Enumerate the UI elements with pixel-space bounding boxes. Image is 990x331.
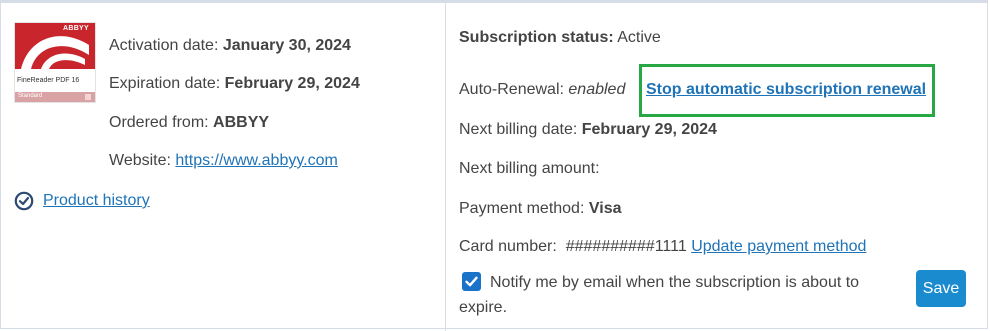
next-billing-amount-row: Next billing amount: (459, 159, 600, 179)
auto-renewal-label: Auto-Renewal: (459, 81, 564, 98)
subscription-status-value: Active (617, 29, 661, 46)
logo-edition-bar: Standard (15, 92, 95, 102)
payment-method-row: Payment method: Visa (459, 199, 621, 219)
logo-brand-text: ABBYY (62, 25, 89, 32)
notify-label: Notify me by email when the subscription… (459, 274, 860, 316)
column-divider (445, 3, 446, 331)
auto-renewal-row: Auto-Renewal: enabled (459, 80, 625, 100)
next-billing-date-row: Next billing date: February 29, 2024 (459, 120, 717, 140)
website-link[interactable]: https://www.abbyy.com (175, 152, 337, 169)
product-history-link[interactable]: Product history (43, 192, 150, 209)
clock-check-icon (14, 191, 34, 211)
card-number-value: ##########1111 (565, 238, 687, 255)
expiration-date-label: Expiration date: (109, 75, 221, 92)
logo-edition-text: Standard (18, 93, 43, 99)
next-billing-amount-label: Next billing amount: (459, 160, 600, 177)
expiration-date-value: February 29, 2024 (224, 75, 360, 92)
ordered-from-label: Ordered from: (109, 114, 209, 131)
next-billing-date-label: Next billing date: (459, 121, 578, 138)
card-number-label: Card number: (459, 238, 557, 255)
expiration-date-row: Expiration date: February 29, 2024 (109, 74, 360, 94)
payment-method-label: Payment method: (459, 200, 585, 217)
subscription-status-label: Subscription status: (459, 29, 614, 46)
next-billing-date-value: February 29, 2024 (581, 121, 717, 138)
activation-date-row: Activation date: January 30, 2024 (109, 36, 351, 56)
payment-method-value: Visa (588, 200, 622, 217)
product-history-row: Product history (43, 191, 150, 211)
product-logo: ABBYY FineReader PDF 16 Standard (14, 22, 96, 103)
highlight-box (639, 64, 935, 117)
save-button[interactable]: Save (916, 270, 966, 307)
ordered-from-row: Ordered from: ABBYY (109, 113, 269, 133)
card-number-row: Card number: ##########1111 Update payme… (459, 237, 866, 257)
logo-red-banner: ABBYY (15, 23, 95, 69)
activation-date-label: Activation date: (109, 37, 219, 54)
update-payment-link[interactable]: Update payment method (691, 238, 866, 255)
ordered-from-value: ABBYY (213, 114, 270, 131)
windows-icon (85, 94, 91, 100)
website-label: Website: (109, 152, 171, 169)
activation-date-value: January 30, 2024 (222, 37, 351, 54)
auto-renewal-value: enabled (568, 81, 626, 98)
logo-product-name: FineReader PDF 16 (17, 77, 80, 84)
subscription-status-row: Subscription status: Active (459, 28, 661, 48)
website-row: Website: https://www.abbyy.com (109, 151, 338, 171)
